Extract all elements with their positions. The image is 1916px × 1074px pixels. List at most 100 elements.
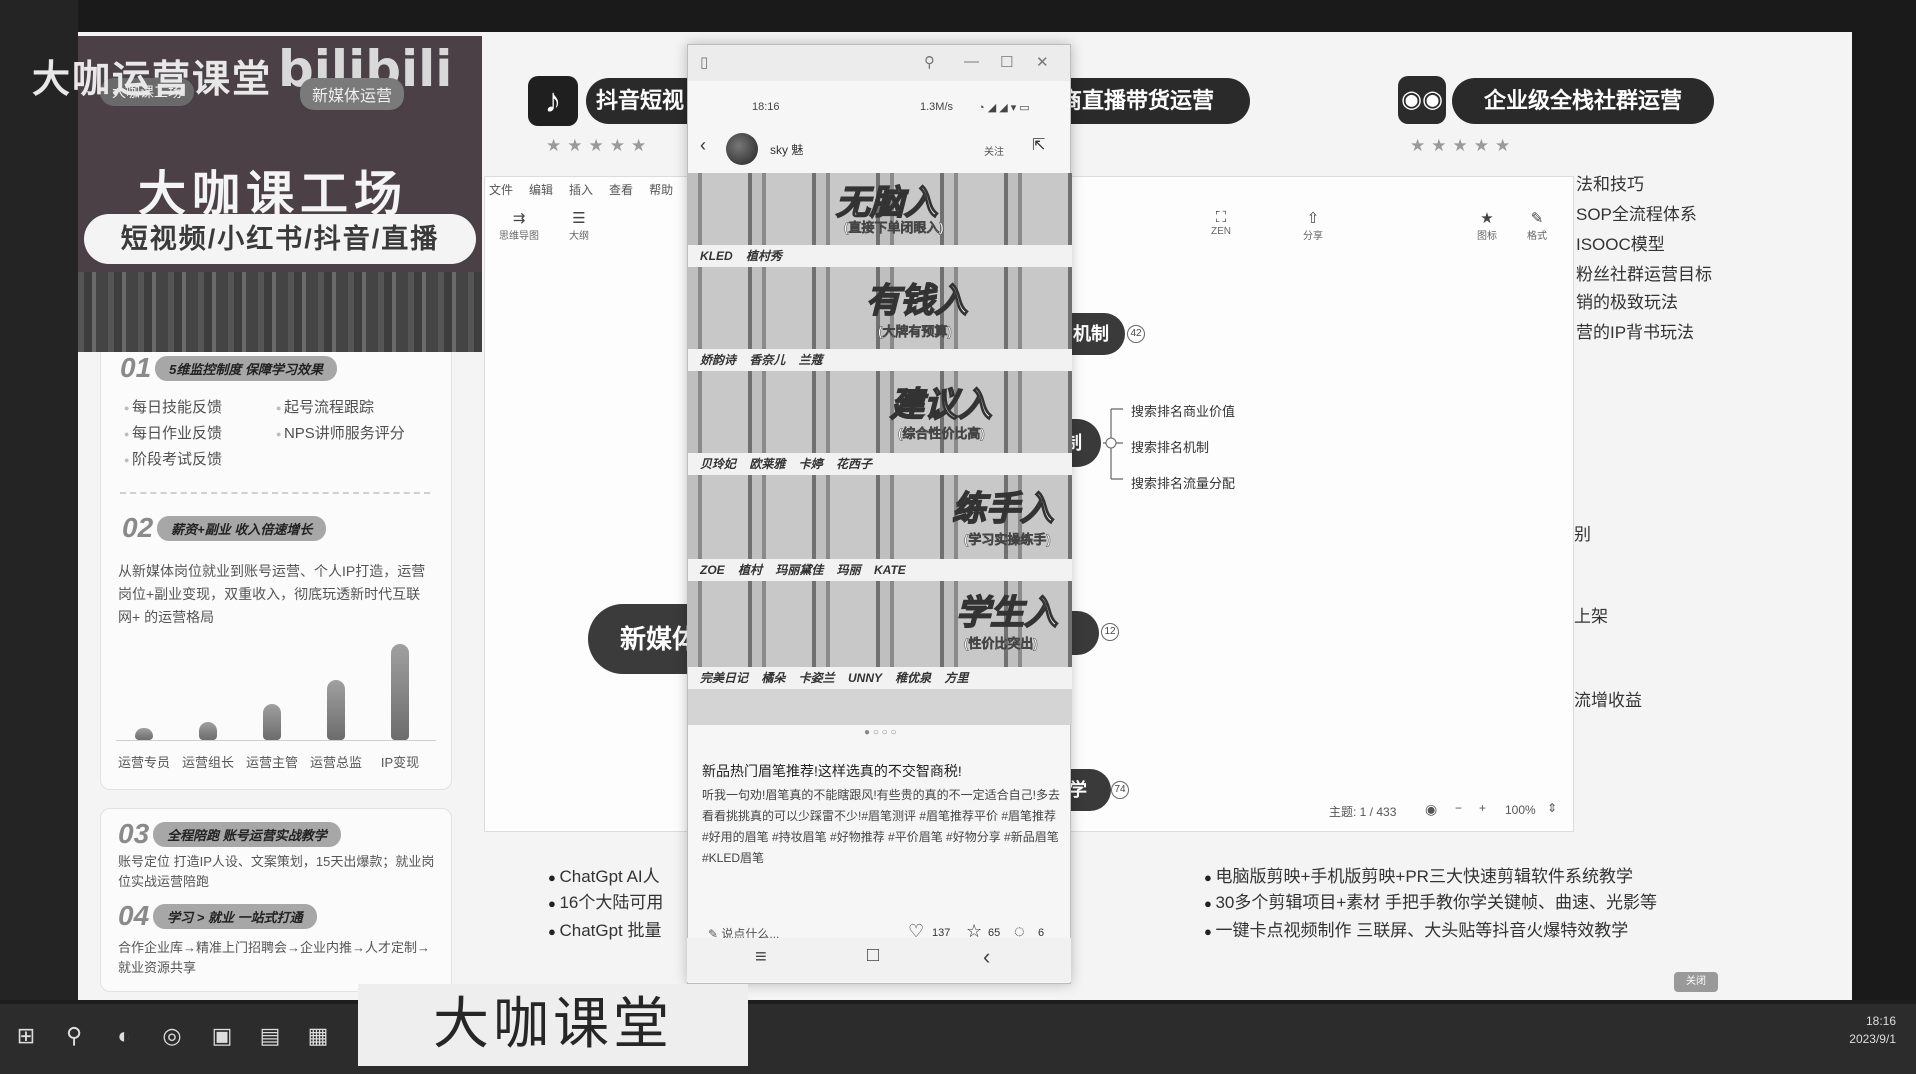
bottom-bullet: 电脑版剪映+手机版剪映+PR三大快速剪辑软件系统教学	[1204, 862, 1632, 887]
zoom-in-button[interactable]: +	[1479, 801, 1486, 815]
brand-names: ZOE 植村 玛丽黛佳 玛丽 KATE	[688, 559, 1072, 581]
search-icon[interactable]: ⚲	[58, 1020, 90, 1052]
right-list-item: ISOOC模型	[1576, 235, 1665, 254]
right-band	[1852, 0, 1916, 1000]
home-icon[interactable]: □	[867, 944, 879, 967]
tool-label: 图标	[1477, 231, 1497, 242]
zoom-level[interactable]: 100%	[1505, 803, 1536, 817]
menu-icon[interactable]: ≡	[755, 946, 767, 969]
post-body: 听我一句劝!眉笔真的不能瞎跟风!有些贵的真的不一定适合自己!多去看看挑挑真的可以…	[702, 788, 1061, 865]
bottom-bullet: 一键卡点视频制作 三联屏、大头贴等抖音火爆特效教学	[1204, 916, 1628, 941]
close-icon[interactable]: ✕	[1036, 53, 1049, 71]
section-04-header: 04 学习 > 就业 一站式打通	[118, 900, 317, 932]
share-button[interactable]: ⇧ 分享	[1291, 209, 1335, 242]
mindmap-leaf[interactable]: 搜索排名机制	[1131, 437, 1209, 456]
mindmap-fragment: 流增收益	[1574, 691, 1642, 710]
chart-bar	[327, 680, 345, 740]
chart-x-label: 运营专员	[117, 755, 170, 770]
app-icon[interactable]: ▣	[206, 1020, 238, 1052]
windows-start-icon[interactable]: ⊞	[10, 1020, 42, 1052]
chart-bar	[199, 722, 217, 740]
follow-button[interactable]: 关注	[984, 143, 1004, 158]
right-list-item: 法和技巧	[1576, 175, 1644, 194]
username[interactable]: sky 魅	[770, 141, 803, 158]
zoom-stepper-icon[interactable]: ⇕	[1547, 801, 1557, 815]
wechat-title: 企业级全栈社群运营	[1452, 78, 1714, 124]
zen-button[interactable]: ⛶ ZEN	[1199, 209, 1243, 237]
brush-icon: ✎	[1530, 210, 1544, 227]
icon-panel-button[interactable]: ★ 图标	[1465, 209, 1509, 242]
node-count-badge[interactable]: 12	[1101, 623, 1119, 641]
center-topic-node[interactable]: 新媒体	[588, 604, 698, 674]
bottom-bullet: 30多个剪辑项目+素材 手把手教你学关键帧、曲速、光影等	[1204, 888, 1657, 913]
tier-title: 建议入	[889, 385, 993, 425]
section-number: 02	[122, 512, 154, 543]
phone-navbar: ≡ □ ‹	[687, 938, 1071, 982]
post-title: 新品热门眉笔推荐!这样选真的不交智商税!	[702, 763, 962, 779]
topic-count: 主题: 1 / 433	[1329, 805, 1397, 819]
menu-bar: 文件 编辑 插入 查看 帮助	[489, 181, 673, 198]
share-icon: ⇧	[1306, 210, 1320, 227]
mindmap-view-button[interactable]: ⇉ 思维导图	[497, 209, 541, 242]
tier-title: 练手入	[951, 489, 1055, 529]
tool-label: 大纲	[569, 231, 589, 242]
post-image[interactable]: 无脑入 (直接下单闭眼入) KLED 植村秀 有钱入 (大牌有预算) 娇韵诗 香…	[688, 173, 1072, 725]
tier-subtitle: (综合性价比高)	[898, 426, 985, 442]
browser-icon[interactable]: ◐	[108, 1020, 140, 1052]
close-mini-button[interactable]: 关闭	[1674, 972, 1718, 992]
tool-label: 思维导图	[499, 231, 539, 242]
bottom-bullet: ChatGpt AI人	[548, 862, 659, 887]
chart-axis	[116, 740, 436, 741]
node-count-badge[interactable]: 42	[1127, 325, 1145, 343]
chart-x-label: 运营主管	[245, 755, 298, 770]
mindmap-fragment: 别	[1574, 525, 1591, 544]
zen-icon: ⛶	[1215, 209, 1227, 226]
section-number: 01	[120, 352, 152, 383]
maximize-icon[interactable]: ☐	[1000, 53, 1013, 71]
back-arrow-icon[interactable]: ‹	[700, 135, 706, 156]
star-icon: ★	[1480, 210, 1494, 227]
network-speed: 1.3M/s	[920, 101, 954, 113]
section-02-text: 从新媒体岗位就业到账号运营、个人IP打造，运营岗位+副业变现，双重收入，彻底玩透…	[118, 563, 426, 625]
ecommerce-title: 商直播带货运营	[1060, 78, 1250, 124]
tool-label: ZEN	[1211, 226, 1231, 237]
menu-help[interactable]: 帮助	[649, 181, 673, 198]
system-clock[interactable]: 18:16 2023/9/1	[1849, 1012, 1896, 1048]
menu-view[interactable]: 查看	[609, 181, 633, 198]
tier-subtitle: (性价比突出)	[964, 636, 1038, 652]
share-icon[interactable]: ⇱	[1032, 135, 1045, 155]
back-icon[interactable]: ‹	[983, 944, 990, 970]
format-button[interactable]: ✎ 格式	[1515, 209, 1559, 242]
menu-insert[interactable]: 插入	[569, 181, 593, 198]
tier-title: 有钱入	[865, 281, 969, 321]
douyin-icon: ♪	[528, 76, 578, 126]
menu-file[interactable]: 文件	[489, 181, 513, 198]
chrome-icon[interactable]: ◎	[156, 1020, 188, 1052]
phone-window-icon: ▯	[700, 54, 709, 71]
list-item: NPS讲师服务评分	[276, 422, 405, 443]
document-icon[interactable]: ▤	[254, 1020, 286, 1052]
zoom-out-button[interactable]: −	[1455, 801, 1462, 815]
node-count-badge[interactable]: 74	[1111, 781, 1129, 799]
minimize-icon[interactable]: —	[964, 53, 979, 70]
brand-names: 完美日记 橘朵 卡姿兰 UNNY 稚优泉 方里	[688, 667, 1072, 689]
screen: 大咖运营课堂 bilibili 大咖课工场 新媒体运营 大咖课工场 短视频/小红…	[0, 0, 1916, 1074]
bottom-bullet: 16个大陆可用	[548, 888, 663, 913]
list-item: 阶段考试反馈	[124, 448, 222, 469]
mindmap-leaf[interactable]: 搜索排名流量分配	[1131, 473, 1235, 492]
image-app-icon[interactable]: ▦	[302, 1020, 334, 1052]
section-04-text: 合作企业库→精准上门招聘会→企业内推→人才定制→就业资源共享	[118, 940, 431, 975]
eye-icon[interactable]: ◉	[1425, 801, 1437, 818]
brush-row-image	[688, 371, 1072, 453]
avatar[interactable]	[726, 133, 758, 165]
pin-icon[interactable]: ⚲	[924, 53, 935, 71]
menu-edit[interactable]: 编辑	[529, 181, 553, 198]
mindmap-fragment: 上架	[1574, 607, 1608, 626]
phone-mirror-window[interactable]: ▯ ⚲ — ☐ ✕ 18:16 1.3M/s ◔ ◢ ◢ ▾ ▭ ‹ sky 魅…	[687, 44, 1072, 984]
right-list-item: 销的极致玩法	[1576, 293, 1678, 312]
outline-view-button[interactable]: ☰ 大纲	[557, 209, 601, 242]
mindmap-leaf[interactable]: 搜索排名商业价值	[1131, 401, 1235, 420]
section-title: 全程陪跑 账号运营实战教学	[153, 821, 341, 847]
right-list-item: 营的IP背书玩法	[1576, 323, 1695, 342]
banner-subtitle: 短视频/小红书/抖音/直播	[84, 214, 476, 264]
